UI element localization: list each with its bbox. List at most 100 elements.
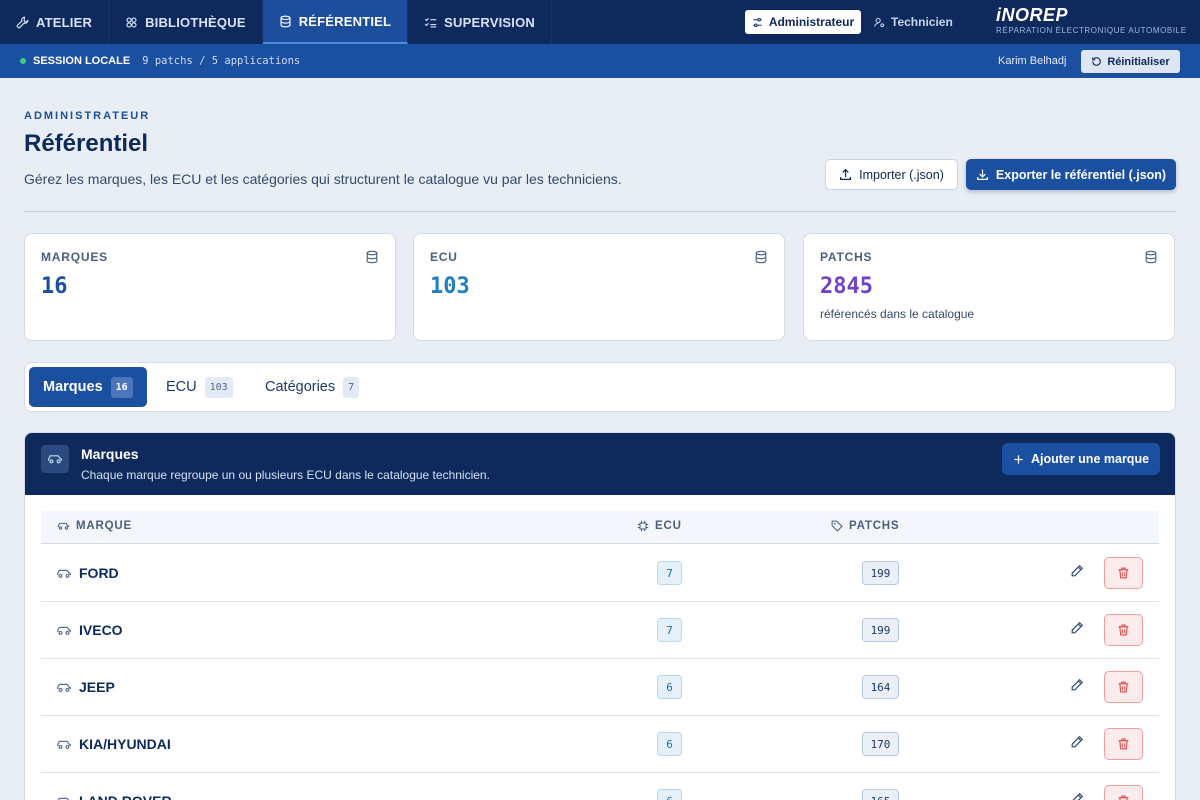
delete-button[interactable] [1104, 728, 1143, 760]
car-icon-wrap [56, 623, 72, 641]
car-icon [48, 455, 62, 464]
col-label: PATCHS [849, 520, 900, 532]
trash-icon [1118, 738, 1129, 750]
export-label: Exporter le référentiel (.json) [995, 167, 1167, 182]
pencil-icon [1071, 678, 1084, 691]
nav-tab-label: RÉFÉRENTIEL [298, 13, 392, 29]
page-description: Gérez les marques, les ECU et les catégo… [24, 171, 622, 187]
import-json-button[interactable]: Importer (.json) [825, 159, 958, 190]
edit-button[interactable] [1070, 621, 1088, 639]
trash-icon [1118, 681, 1129, 693]
table-row[interactable]: JEEP 6 164 [41, 659, 1159, 716]
car-icon-wrap [56, 566, 72, 584]
trash-icon [1118, 795, 1129, 800]
status-dot [20, 58, 26, 64]
trash-icon [1118, 567, 1129, 579]
tag-icon [831, 520, 843, 532]
trash-icon [1118, 624, 1129, 636]
brand-tagline: RÉPARATION ÉLECTRONIQUE AUTOMOBILE [996, 26, 1187, 35]
pencil-icon [1071, 735, 1084, 748]
car-icon [57, 797, 70, 800]
nav-tab-supervision[interactable]: SUPERVISION [408, 0, 552, 44]
library-icon [126, 16, 137, 28]
car-icon-wrap [56, 680, 72, 698]
role-toggle-admin[interactable]: Administrateur [745, 10, 861, 34]
nav-tab-label: BIBLIOTHÈQUE [145, 14, 246, 30]
tab-label: ECU [166, 379, 197, 395]
session-meta: 9 patchs / 5 applications [142, 55, 301, 67]
database-icon [1145, 250, 1157, 264]
patch-count-badge: 164 [862, 675, 899, 699]
top-nav-bar: ATELIER BIBLIOTHÈQUE RÉFÉRENTIEL SUPERVI… [0, 0, 1200, 44]
car-icon [57, 626, 71, 635]
delete-button[interactable] [1104, 557, 1143, 589]
session-label: SESSION LOCALE [33, 55, 131, 67]
add-brand-label: Ajouter une marque [1030, 452, 1150, 466]
brands-panel: Marques Chaque marque regroupe un ou plu… [24, 432, 1176, 800]
plus-icon [1014, 454, 1023, 464]
stat-label: MARQUES [41, 250, 108, 264]
tab-count-badge: 103 [204, 376, 233, 398]
pencil-icon [1071, 621, 1084, 634]
delete-button[interactable] [1104, 614, 1143, 646]
import-label: Importer (.json) [859, 167, 944, 182]
edit-button[interactable] [1070, 564, 1088, 582]
database-icon [366, 250, 378, 264]
tab-ecu[interactable]: ECU 103 [152, 367, 247, 407]
tab-count-badge: 16 [110, 376, 133, 398]
role-tech-label: Technicien [891, 15, 953, 29]
stat-value: 103 [430, 274, 470, 299]
brand-name: IVECO [79, 622, 123, 638]
reset-button[interactable]: Réinitialiser [1081, 50, 1180, 73]
table-row[interactable]: IVECO 7 199 [41, 602, 1159, 659]
ecu-count-badge: 7 [657, 618, 682, 642]
chip-icon [637, 520, 649, 532]
col-patchs[interactable]: PATCHS [831, 520, 899, 532]
wrench-icon [16, 16, 29, 28]
download-icon [976, 169, 988, 180]
table-row[interactable]: KIA/HYUNDAI 6 170 [41, 716, 1159, 773]
tab-count-badge: 7 [343, 376, 360, 398]
add-brand-button[interactable]: Ajouter une marque [1002, 443, 1160, 475]
nav-tab-label: ATELIER [36, 14, 93, 30]
entity-tabs: Marques 16 ECU 103 Catégories 7 [24, 362, 1176, 412]
col-marque[interactable]: MARQUE [57, 520, 132, 532]
patch-count-badge: 170 [862, 732, 899, 756]
patch-count-badge: 165 [862, 789, 899, 800]
edit-button[interactable] [1070, 792, 1088, 800]
database-icon [280, 15, 291, 27]
stat-label: PATCHS [820, 250, 873, 264]
table-header: MARQUE ECU PATCHS [41, 511, 1159, 544]
col-ecu[interactable]: ECU [637, 520, 682, 532]
page-eyebrow: ADMINISTRATEUR [24, 110, 151, 122]
tab-marques[interactable]: Marques 16 [29, 367, 147, 407]
nav-tab-referentiel[interactable]: RÉFÉRENTIEL [262, 0, 409, 44]
delete-button[interactable] [1104, 785, 1143, 800]
tab-categories[interactable]: Catégories 7 [251, 367, 373, 407]
role-admin-label: Administrateur [768, 15, 855, 29]
edit-button[interactable] [1070, 678, 1088, 696]
table-row[interactable]: LAND ROVER 6 165 [41, 773, 1159, 800]
nav-tab-atelier[interactable]: ATELIER [0, 0, 110, 44]
role-toggle-technicien[interactable]: Technicien [874, 10, 953, 34]
stat-card-marques: MARQUES 16 [24, 233, 396, 341]
stat-card-patchs: PATCHS 2845 référencés dans le catalogue [803, 233, 1175, 341]
car-icon-wrap [56, 794, 72, 800]
header-divider [24, 211, 1176, 212]
stat-note: référencés dans le catalogue [820, 307, 975, 321]
edit-button[interactable] [1070, 735, 1088, 753]
nav-tab-bibliotheque[interactable]: BIBLIOTHÈQUE [109, 0, 263, 44]
sliders-icon [753, 17, 762, 27]
rotate-ccw-icon [1092, 57, 1102, 66]
brand-name: FORD [79, 565, 119, 581]
col-label: ECU [655, 520, 682, 532]
table-row[interactable]: FORD 7 199 [41, 545, 1159, 602]
car-icon-wrap [56, 737, 72, 755]
tab-label: Marques [43, 379, 103, 395]
panel-header: Marques Chaque marque regroupe un ou plu… [25, 433, 1175, 495]
delete-button[interactable] [1104, 671, 1143, 703]
ecu-count-badge: 6 [657, 732, 682, 756]
export-json-button[interactable]: Exporter le référentiel (.json) [966, 159, 1176, 190]
stat-label: ECU [430, 250, 458, 264]
stat-value: 16 [41, 274, 68, 299]
